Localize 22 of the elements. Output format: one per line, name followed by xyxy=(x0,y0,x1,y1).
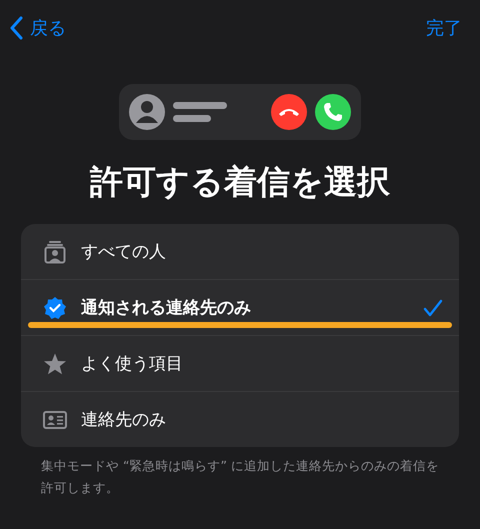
option-label: よく使う項目 xyxy=(81,353,184,375)
option-row[interactable]: 通知される連絡先のみ xyxy=(21,279,459,335)
contact-card-icon xyxy=(43,410,67,430)
contacts-icon xyxy=(43,240,67,264)
avatar-icon xyxy=(129,94,165,130)
text-lines-icon xyxy=(173,100,229,124)
option-label: 連絡先のみ xyxy=(81,409,167,431)
star-icon xyxy=(43,352,67,376)
option-label: すべての人 xyxy=(81,241,167,263)
checkmark-icon xyxy=(423,298,443,316)
option-label: 通知される連絡先のみ xyxy=(81,297,252,319)
page-title: 許可する着信を選択 xyxy=(88,161,391,203)
decline-call-icon xyxy=(271,94,307,130)
back-button[interactable]: 戻る xyxy=(10,16,66,40)
option-row[interactable]: よく使う項目 xyxy=(21,335,459,391)
done-button[interactable]: 完了 xyxy=(426,16,462,40)
footnote: 集中モードや “緊急時は鳴らす” に追加した連絡先からのみの着信を許可します。 xyxy=(41,457,440,497)
chevron-left-icon xyxy=(10,16,24,40)
option-row[interactable]: 連絡先のみ xyxy=(21,391,459,447)
verified-badge-icon xyxy=(43,296,67,320)
option-row[interactable]: すべての人 xyxy=(21,224,459,279)
phone-icon xyxy=(315,94,351,130)
